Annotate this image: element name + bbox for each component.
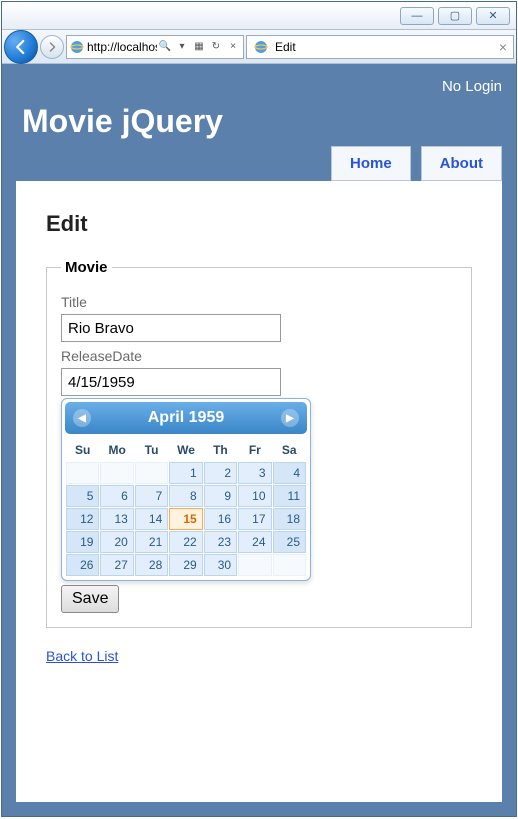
datepicker-day-header: Tu (135, 439, 168, 461)
datepicker-blank-cell (273, 554, 306, 576)
stop-icon[interactable]: × (225, 38, 241, 56)
nav-about[interactable]: About (421, 146, 502, 181)
movie-fieldset: Movie Title ReleaseDate ◀ April 1959 ▶ S… (46, 259, 472, 628)
fieldset-legend: Movie (61, 259, 112, 276)
datepicker-next-button[interactable]: ▶ (281, 409, 299, 427)
search-icon[interactable]: 🔍 (157, 38, 173, 56)
datepicker-day-cell[interactable]: 27 (100, 554, 133, 576)
datepicker-day-cell[interactable]: 23 (204, 531, 237, 553)
datepicker-day-cell[interactable]: 2 (204, 462, 237, 484)
datepicker-day-cell[interactable]: 26 (66, 554, 99, 576)
datepicker-prev-button[interactable]: ◀ (73, 409, 91, 427)
datepicker-blank-cell (135, 462, 168, 484)
datepicker-day-cell[interactable]: 18 (273, 508, 306, 530)
datepicker-day-header: Sa (273, 439, 306, 461)
datepicker-day-cell[interactable]: 4 (273, 462, 306, 484)
datepicker-day-cell[interactable]: 5 (66, 485, 99, 507)
datepicker-month-year: April 1959 (148, 409, 224, 427)
datepicker-day-cell[interactable]: 13 (100, 508, 133, 530)
browser-toolbar: 🔍 ▾ ▦ ↻ × Edit × (2, 30, 516, 64)
datepicker-day-cell[interactable]: 19 (66, 531, 99, 553)
datepicker-grid: SuMoTuWeThFrSa 1234567891011121314151617… (65, 438, 307, 577)
releasedate-input[interactable] (61, 368, 281, 396)
datepicker-day-cell[interactable]: 15 (169, 508, 202, 530)
addr-dropdown-icon[interactable]: ▾ (174, 38, 190, 56)
datepicker-day-header: We (169, 439, 202, 461)
releasedate-label: ReleaseDate (61, 348, 457, 364)
datepicker-day-header: Su (66, 439, 99, 461)
datepicker-day-cell[interactable]: 29 (169, 554, 202, 576)
datepicker-blank-cell (238, 554, 271, 576)
datepicker-day-cell[interactable]: 1 (169, 462, 202, 484)
datepicker-day-cell[interactable]: 17 (238, 508, 271, 530)
datepicker-day-cell[interactable]: 20 (100, 531, 133, 553)
window-titlebar: — ▢ ✕ (2, 2, 516, 30)
datepicker-day-cell[interactable]: 21 (135, 531, 168, 553)
datepicker-day-cell[interactable]: 7 (135, 485, 168, 507)
compat-icon[interactable]: ▦ (191, 38, 207, 56)
window-maximize-button[interactable]: ▢ (438, 7, 472, 25)
datepicker-day-cell[interactable]: 3 (238, 462, 271, 484)
datepicker-day-cell[interactable]: 14 (135, 508, 168, 530)
datepicker-blank-cell (66, 462, 99, 484)
datepicker-blank-cell (100, 462, 133, 484)
datepicker-day-header: Mo (100, 439, 133, 461)
save-button[interactable]: Save (61, 585, 119, 613)
browser-tab[interactable]: Edit × (246, 35, 514, 59)
datepicker-day-cell[interactable]: 16 (204, 508, 237, 530)
datepicker-day-cell[interactable]: 12 (66, 508, 99, 530)
page-heading: Edit (46, 211, 472, 237)
title-label: Title (61, 294, 457, 310)
title-input[interactable] (61, 314, 281, 342)
tab-close-button[interactable]: × (499, 39, 507, 55)
ie-icon (69, 39, 85, 55)
datepicker-day-cell[interactable]: 6 (100, 485, 133, 507)
address-bar[interactable]: 🔍 ▾ ▦ ↻ × (66, 35, 244, 59)
datepicker-day-header: Th (204, 439, 237, 461)
datepicker-day-header: Fr (238, 439, 271, 461)
back-to-list-link[interactable]: Back to List (46, 648, 118, 664)
browser-back-button[interactable] (4, 30, 38, 64)
datepicker: ◀ April 1959 ▶ SuMoTuWeThFrSa 1234567891… (61, 398, 311, 581)
ie-icon (253, 39, 269, 55)
datepicker-day-cell[interactable]: 10 (238, 485, 271, 507)
url-input[interactable] (87, 40, 157, 54)
browser-forward-button[interactable] (40, 35, 64, 59)
datepicker-day-cell[interactable]: 11 (273, 485, 306, 507)
window-close-button[interactable]: ✕ (476, 7, 510, 25)
login-status: No Login (16, 78, 502, 95)
datepicker-day-cell[interactable]: 22 (169, 531, 202, 553)
datepicker-day-cell[interactable]: 30 (204, 554, 237, 576)
window-minimize-button[interactable]: — (400, 7, 434, 25)
datepicker-day-cell[interactable]: 9 (204, 485, 237, 507)
datepicker-day-cell[interactable]: 28 (135, 554, 168, 576)
tab-title: Edit (275, 40, 296, 54)
nav-home[interactable]: Home (331, 146, 411, 181)
site-title: Movie jQuery (22, 103, 502, 140)
datepicker-day-cell[interactable]: 24 (238, 531, 271, 553)
datepicker-day-cell[interactable]: 8 (169, 485, 202, 507)
refresh-icon[interactable]: ↻ (208, 38, 224, 56)
datepicker-day-cell[interactable]: 25 (273, 531, 306, 553)
